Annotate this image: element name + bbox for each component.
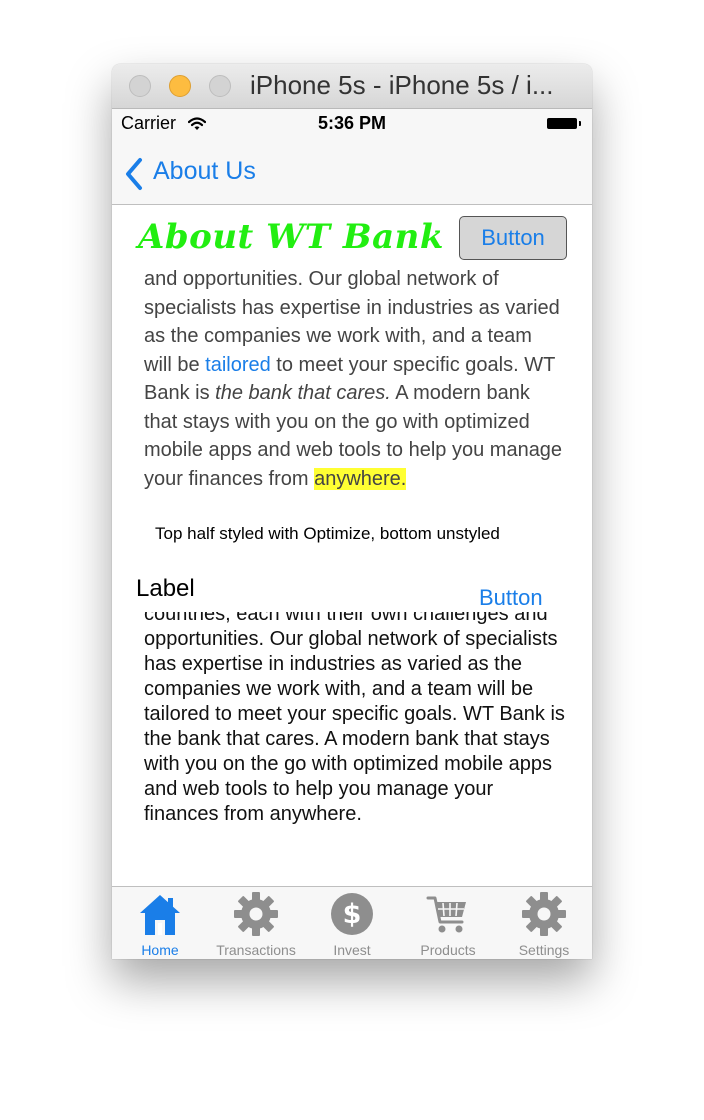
close-window-button[interactable] — [129, 75, 151, 97]
highlighted-text: anywhere. — [314, 467, 407, 490]
window-titlebar: iPhone 5s - iPhone 5s / i... — [112, 64, 592, 109]
status-bar: Carrier 5:36 PM — [112, 109, 592, 141]
simulator-window: iPhone 5s - iPhone 5s / i... Carrier 5:3… — [112, 64, 592, 959]
styled-paragraph: and opportunities. Our global network of… — [144, 265, 564, 493]
header-button[interactable]: Button — [459, 216, 567, 260]
italic-tagline: the bank that cares. — [215, 382, 391, 404]
tab-home[interactable]: Home — [112, 887, 208, 959]
section-label: Label — [136, 575, 195, 602]
minimize-window-button[interactable] — [169, 75, 191, 97]
content-area: About WT Bank Button and opportunities. … — [112, 205, 592, 885]
tab-label: Products — [420, 942, 476, 958]
section-button[interactable]: Button — [479, 585, 543, 611]
page-title: About WT Bank — [138, 217, 444, 257]
navigation-bar: About Us — [112, 141, 592, 205]
caption-text: Top half styled with Optimize, bottom un… — [155, 524, 500, 543]
tab-label: Home — [141, 942, 179, 958]
tab-invest[interactable]: $ Invest — [304, 887, 400, 959]
dollar-icon: $ — [331, 893, 373, 935]
tab-products[interactable]: Products — [400, 887, 496, 959]
tab-label: Transactions — [216, 942, 296, 958]
cart-icon — [426, 896, 466, 933]
unstyled-text-view[interactable]: countries, each with their own challenge… — [144, 612, 569, 875]
back-button[interactable]: About Us — [153, 157, 256, 186]
gear-icon — [522, 892, 566, 936]
back-chevron-icon[interactable] — [124, 157, 144, 191]
tab-label: Invest — [333, 942, 371, 958]
unstyled-paragraph: countries, each with their own challenge… — [144, 612, 565, 825]
carrier-label: Carrier — [121, 113, 177, 133]
battery-icon — [547, 118, 581, 129]
tab-label: Settings — [518, 942, 570, 958]
zoom-window-button[interactable] — [209, 75, 231, 97]
clock: 5:36 PM — [318, 113, 387, 133]
tab-settings[interactable]: Settings — [496, 887, 592, 959]
tailored-link[interactable]: tailored — [205, 354, 271, 376]
window-title: iPhone 5s - iPhone 5s / i... — [250, 70, 554, 100]
gear-icon — [234, 892, 278, 936]
tab-transactions[interactable]: Transactions — [208, 887, 304, 959]
svg-text:$: $ — [343, 899, 362, 930]
tab-bar: Home Transactions $ Invest Products Sett… — [112, 886, 592, 959]
wifi-icon — [188, 117, 206, 130]
home-icon — [140, 895, 180, 935]
